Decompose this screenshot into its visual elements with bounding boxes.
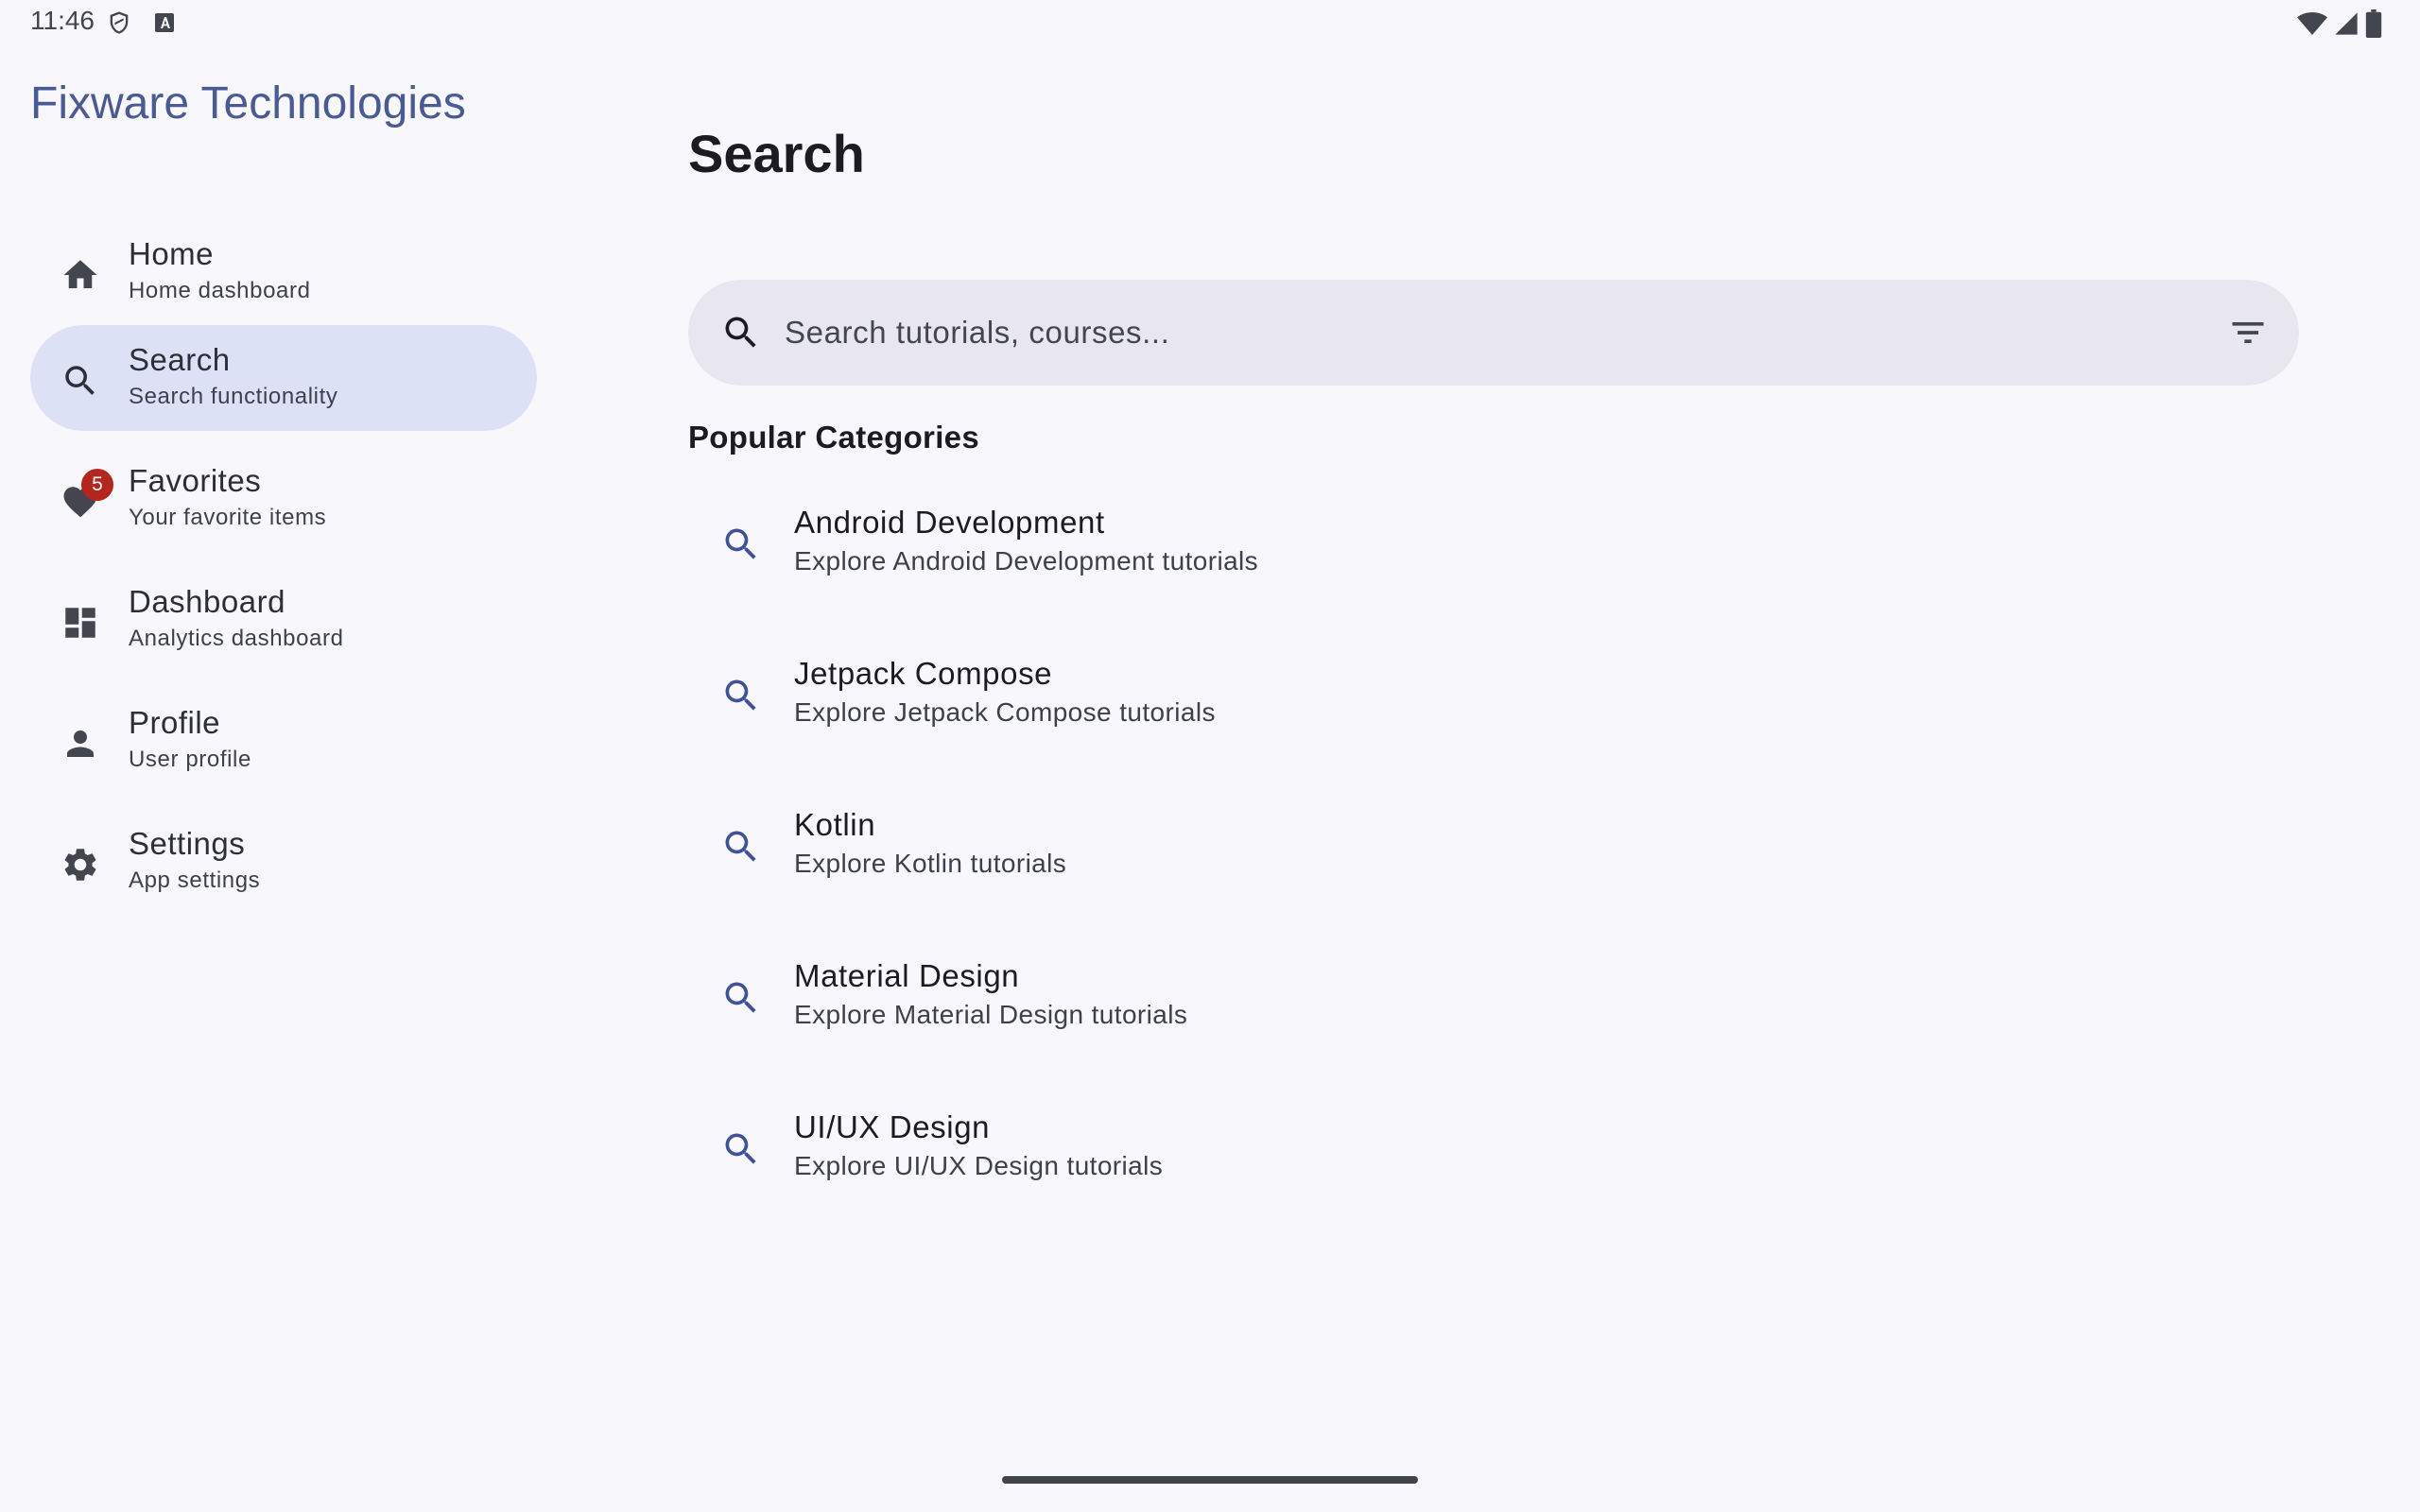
category-subtitle: Explore UI/UX Design tutorials bbox=[794, 1151, 1164, 1180]
a-icon bbox=[153, 11, 176, 34]
nav-label: Profile bbox=[129, 705, 221, 740]
navigation-drawer: Fixware Technologies Home Home dashboard… bbox=[0, 45, 567, 1463]
category-subtitle: Explore Jetpack Compose tutorials bbox=[794, 697, 1216, 727]
category-item[interactable]: Android Development Explore Android Deve… bbox=[688, 486, 2299, 627]
nav-label: Home bbox=[129, 236, 215, 271]
nav-item-settings[interactable]: Settings App settings bbox=[30, 809, 537, 915]
nav-label: Dashboard bbox=[129, 584, 285, 619]
nav-item-favorites[interactable]: 5 Favorites Your favorite items bbox=[30, 446, 537, 552]
category-label: Material Design bbox=[794, 958, 1020, 993]
category-subtitle: Explore Kotlin tutorials bbox=[794, 849, 1067, 878]
home-indicator[interactable] bbox=[1002, 1476, 1418, 1484]
screen: 11:46 Fixware Technologies Home Home das… bbox=[0, 0, 2420, 1512]
nav-label: Settings bbox=[129, 826, 246, 861]
status-time: 11:46 bbox=[30, 6, 95, 35]
nav-label: Favorites bbox=[129, 463, 262, 498]
nav-subtitle: Your favorite items bbox=[129, 505, 327, 530]
category-item[interactable]: Kotlin Explore Kotlin tutorials bbox=[688, 788, 2299, 930]
category-label: Kotlin bbox=[794, 807, 876, 842]
status-right-icons bbox=[2297, 9, 2382, 38]
nav-item-dashboard[interactable]: Dashboard Analytics dashboard bbox=[30, 567, 537, 673]
dashboard-icon bbox=[60, 603, 100, 643]
search-bar[interactable] bbox=[688, 280, 2299, 386]
page-title: Search bbox=[688, 124, 865, 183]
gear-icon bbox=[60, 845, 100, 885]
status-bar: 11:46 bbox=[0, 0, 2420, 45]
app-title: Fixware Technologies bbox=[30, 78, 466, 129]
battery-icon bbox=[2365, 9, 2382, 38]
nav-subtitle: Home dashboard bbox=[129, 278, 311, 303]
favorites-count-badge: 5 bbox=[81, 469, 113, 501]
search-icon bbox=[720, 1128, 762, 1170]
category-item[interactable]: Material Design Explore Material Design … bbox=[688, 939, 2299, 1081]
nav-subtitle: Analytics dashboard bbox=[129, 626, 344, 651]
search-icon bbox=[720, 675, 762, 716]
search-icon bbox=[720, 977, 762, 1019]
category-label: UI/UX Design bbox=[794, 1109, 991, 1144]
category-subtitle: Explore Material Design tutorials bbox=[794, 1000, 1188, 1029]
category-item[interactable]: Jetpack Compose Explore Jetpack Compose … bbox=[688, 637, 2299, 779]
category-label: Android Development bbox=[794, 505, 1105, 540]
search-icon bbox=[720, 312, 762, 353]
nav-subtitle: User profile bbox=[129, 747, 251, 772]
category-subtitle: Explore Android Development tutorials bbox=[794, 546, 1259, 576]
nav-item-home[interactable]: Home Home dashboard bbox=[30, 219, 537, 325]
category-item[interactable]: UI/UX Design Explore UI/UX Design tutori… bbox=[688, 1091, 2299, 1232]
nav-item-profile[interactable]: Profile User profile bbox=[30, 688, 537, 794]
nav-item-search[interactable]: Search Search functionality bbox=[30, 325, 537, 431]
nav-subtitle: App settings bbox=[129, 868, 261, 893]
nav-subtitle: Search functionality bbox=[129, 384, 338, 409]
search-icon bbox=[720, 826, 762, 868]
search-icon bbox=[720, 524, 762, 565]
category-label: Jetpack Compose bbox=[794, 656, 1053, 691]
wifi-icon bbox=[2297, 10, 2327, 37]
person-icon bbox=[60, 724, 100, 764]
shield-icon bbox=[106, 9, 132, 36]
home-icon bbox=[60, 255, 100, 295]
nav-label: Search bbox=[129, 342, 231, 377]
signal-icon bbox=[2333, 10, 2360, 37]
search-icon bbox=[60, 361, 100, 401]
search-input[interactable] bbox=[785, 280, 2184, 386]
section-title: Popular Categories bbox=[688, 420, 979, 455]
filter-icon[interactable] bbox=[2227, 312, 2269, 353]
